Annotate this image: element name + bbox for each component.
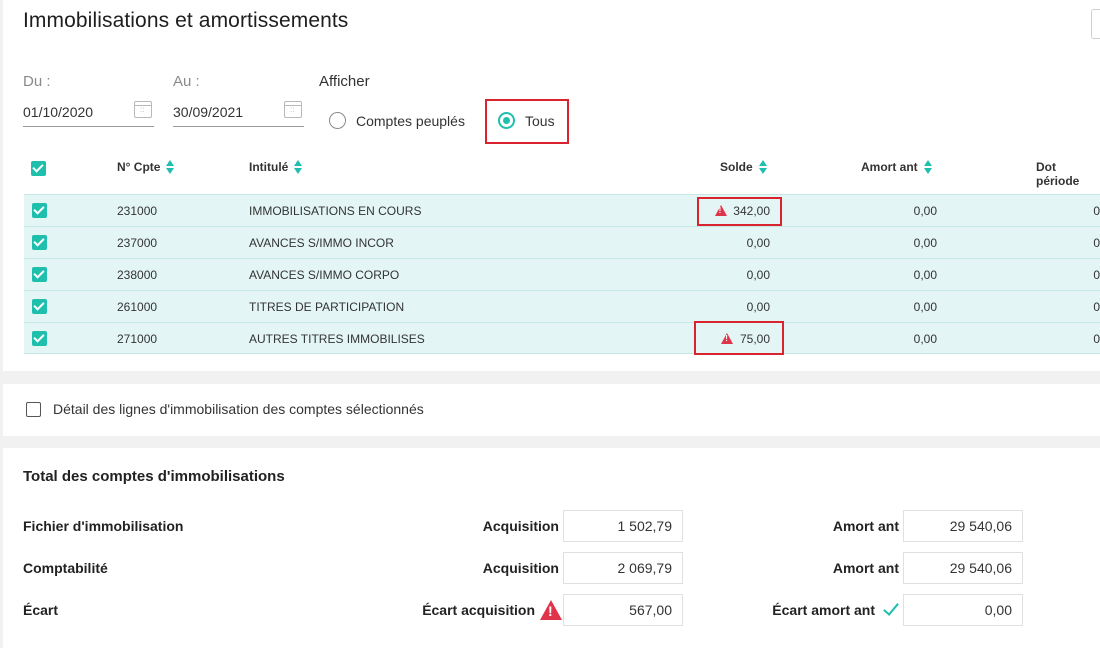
select-all-checkbox[interactable] [31,161,46,181]
warning-icon [540,600,562,620]
table-row[interactable]: 271000 AUTRES TITRES IMMOBILISES 75,00 0… [24,322,1100,354]
radio-circle-selected[interactable] [498,112,515,129]
row-checkbox[interactable] [32,299,47,314]
table-row[interactable]: 237000 AVANCES S/IMMO INCOR 0,00 0,00 0 [24,226,1100,258]
acquisition-label: Acquisition [482,518,559,534]
date-from-field[interactable]: 01/10/2020 [23,94,154,127]
cell-num: 238000 [117,268,158,282]
col-header-label: Intitulé [249,160,289,174]
totals-panel: Total des comptes d'immobilisations Fich… [3,448,1100,648]
cell-num: 237000 [117,236,158,250]
row-label: Comptabilité [23,560,108,576]
cell-amort: 0,00 [913,300,937,314]
page-title: Immobilisations et amortissements [23,9,349,32]
radio-comptes-peuples[interactable]: Comptes peuplés [329,112,465,129]
row-label: Fichier d'immobilisation [23,518,184,534]
sort-icon[interactable] [923,160,932,174]
cell-num: 261000 [117,300,158,314]
cell-intitule: AUTRES TITRES IMMOBILISES [249,332,425,346]
calendar-icon[interactable] [284,101,302,118]
col-header-dot[interactable]: Dot période [1036,160,1100,188]
highlight-box [694,321,784,355]
cell-num: 231000 [117,204,158,218]
row-checkbox[interactable] [32,267,47,282]
cell-amort: 0,00 [913,204,937,218]
col-header-label: N° Cpte [117,160,161,174]
acquisition-value: 567,00 [563,594,683,626]
col-header-label: Solde [720,160,753,174]
panel-action-button[interactable] [1091,9,1100,39]
ecart-amort-label: Écart amort ant [772,602,875,618]
cell-dot: 0 [1093,204,1100,218]
col-header-label: Dot période [1036,160,1080,188]
cell-intitule: TITRES DE PARTICIPATION [249,300,405,314]
row-label: Écart [23,602,59,618]
table-row[interactable]: 231000 IMMOBILISATIONS EN COURS 342,00 0… [24,194,1100,226]
acquisition-value: 2 069,79 [563,552,683,584]
cell-amort: 0,00 [913,236,937,250]
col-header-amort[interactable]: Amort ant [861,160,932,174]
col-header-label: Amort ant [861,160,918,174]
table-row[interactable]: 261000 TITRES DE PARTICIPATION 0,00 0,00… [24,290,1100,322]
date-to-value: 30/09/2021 [173,104,244,120]
acquisition-label: Acquisition [482,560,559,576]
col-header-intitule[interactable]: Intitulé [249,160,303,174]
radio-label: Comptes peuplés [356,112,465,129]
amort-value: 29 540,06 [903,552,1023,584]
col-header-solde[interactable]: Solde [720,160,767,174]
cell-dot: 0 [1093,268,1100,282]
col-header-num[interactable]: N° Cpte [117,160,175,174]
detail-label: Détail des lignes d'immobilisation des c… [53,401,424,417]
totals-title: Total des comptes d'immobilisations [23,468,285,485]
afficher-label: Afficher [319,73,370,90]
cell-intitule: AVANCES S/IMMO CORPO [249,268,400,282]
row-checkbox[interactable] [32,331,47,346]
sort-icon[interactable] [294,160,303,174]
cell-num: 271000 [117,332,158,346]
cell-dot: 0 [1093,236,1100,250]
check-icon [883,599,899,616]
cell-amort: 0,00 [913,268,937,282]
ecart-acquisition-label: Écart acquisition [422,602,535,618]
calendar-icon[interactable] [134,101,152,118]
acquisition-value: 1 502,79 [563,510,683,542]
cell-dot: 0 [1093,332,1100,346]
radio-circle[interactable] [329,112,346,129]
detail-checkbox[interactable] [26,401,41,417]
date-to-field[interactable]: 30/09/2021 [173,94,304,127]
sort-icon[interactable] [166,160,175,174]
radio-label: Tous [525,112,555,129]
cell-dot: 0 [1093,300,1100,314]
amort-value: 29 540,06 [903,510,1023,542]
detail-checkbox-row[interactable]: Détail des lignes d'immobilisation des c… [26,401,424,417]
du-label: Du : [23,73,51,90]
row-checkbox[interactable] [32,235,47,250]
au-label: Au : [173,73,200,90]
cell-solde: 0,00 [746,236,770,250]
amort-label: Amort ant [832,518,899,534]
cell-solde: 0,00 [746,300,770,314]
cell-solde: 0,00 [746,268,770,282]
table-row[interactable]: 238000 AVANCES S/IMMO CORPO 0,00 0,00 0 [24,258,1100,290]
accounts-panel: Immobilisations et amortissements Du : 0… [3,0,1100,371]
cell-intitule: IMMOBILISATIONS EN COURS [249,204,422,218]
amort-value: 0,00 [903,594,1023,626]
highlight-box [697,197,782,226]
amort-label: Amort ant [832,560,899,576]
detail-panel: Détail des lignes d'immobilisation des c… [3,384,1100,436]
radio-tous[interactable]: Tous [498,112,555,129]
cell-intitule: AVANCES S/IMMO INCOR [249,236,394,250]
date-from-value: 01/10/2020 [23,104,94,120]
sort-icon[interactable] [758,160,767,174]
row-checkbox[interactable] [32,203,47,218]
cell-amort: 0,00 [913,332,937,346]
